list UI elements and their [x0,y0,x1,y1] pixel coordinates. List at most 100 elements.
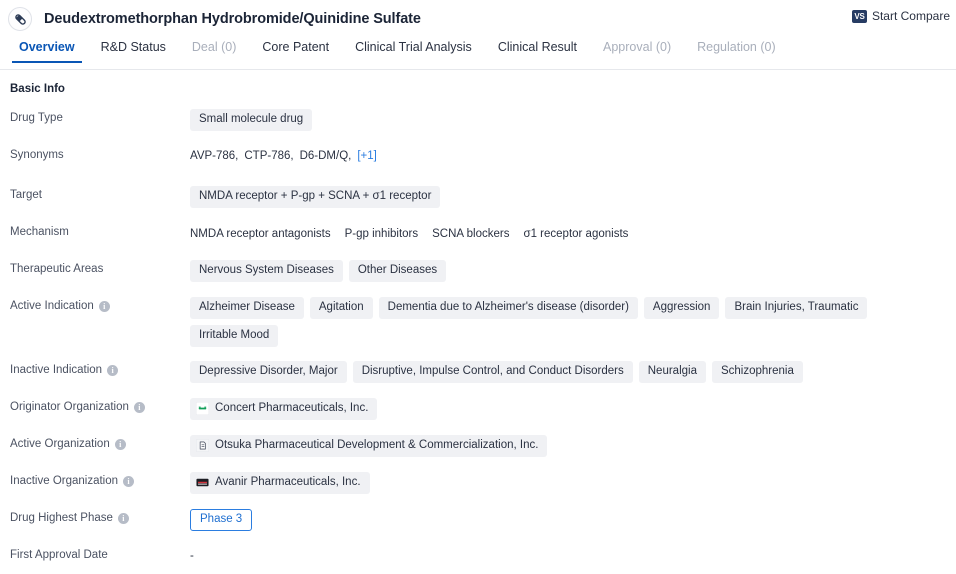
tab-approval[interactable]: Approval (0) [590,38,684,63]
field-label-text: Inactive Indication [10,364,103,376]
field-label-text: Therapeutic Areas [10,263,104,275]
field-target: Target NMDA receptor + P-gp + SCNA + σ1 … [10,185,956,209]
start-compare-button[interactable]: VS Start Compare [851,9,950,23]
field-label: Originator Organization i [10,397,190,414]
page-header: Deudextromethorphan Hydrobromide/Quinidi… [0,0,956,38]
field-value: Avanir Pharmaceuticals, Inc. [190,471,370,494]
chip[interactable]: Small molecule drug [190,109,313,131]
field-label-text: Drug Type [10,112,63,124]
field-value: NMDA receptor antagonists P-gp inhibitor… [190,222,628,242]
field-value: - [190,545,194,562]
tab-overview[interactable]: Overview [6,38,88,63]
field-active-indication: Active Indication i Alzheimer Disease Ag… [10,296,956,347]
tab-core-patent[interactable]: Core Patent [249,38,342,63]
field-drug-type: Drug Type Small molecule drug [10,108,956,132]
field-label: Drug Type [10,108,190,125]
organization-chip[interactable]: Concert Pharmaceuticals, Inc. [190,398,378,420]
synonym-item: AVP-786, [190,150,239,162]
field-label: Mechanism [10,222,190,239]
synonym-item: D6-DM/Q, [299,150,352,162]
chip[interactable]: Depressive Disorder, Major [190,361,347,383]
basic-info-list: Drug Type Small molecule drug Synonyms A… [0,108,956,569]
chip[interactable]: Nervous System Diseases [190,260,343,282]
field-label: Active Organization i [10,434,190,451]
tab-clinical-result[interactable]: Clinical Result [485,38,590,63]
field-label: Therapeutic Areas [10,259,190,276]
chip[interactable]: Schizophrenia [711,361,803,383]
section-title-basic-info: Basic Info [10,83,65,95]
field-label-text: Target [10,189,42,201]
tab-bar: Overview R&D Status Deal (0) Core Patent… [0,38,956,70]
field-originator-organization: Originator Organization i Concert Pharma… [10,397,956,421]
chip[interactable]: Alzheimer Disease [190,297,304,319]
chip[interactable]: Dementia due to Alzheimer's disease (dis… [378,297,638,319]
field-drug-highest-phase: Drug Highest Phase i Phase 3 [10,508,956,532]
field-label: Synonyms [10,145,190,162]
field-label-text: Originator Organization [10,401,129,413]
mechanism-item: σ1 receptor agonists [523,228,629,240]
mechanism-item: P-gp inhibitors [344,228,419,240]
field-first-approval-date: First Approval Date - [10,545,956,569]
field-label-text: Synonyms [10,149,64,161]
concert-logo-icon [196,402,209,415]
field-label: Active Indication i [10,296,190,313]
chip[interactable]: Other Diseases [348,260,447,282]
chip[interactable]: Neuralgia [638,361,706,383]
info-icon[interactable]: i [98,300,110,312]
start-compare-label: Start Compare [871,9,950,23]
info-icon[interactable]: i [133,401,145,413]
field-value: Otsuka Pharmaceutical Development & Comm… [190,434,548,457]
field-value: Concert Pharmaceuticals, Inc. [190,397,378,420]
chip[interactable]: Agitation [309,297,373,319]
field-value: Alzheimer Disease Agitation Dementia due… [190,296,956,347]
chip[interactable]: Brain Injuries, Traumatic [725,297,868,319]
synonyms-more-link[interactable]: [+1] [357,150,377,162]
organization-chip[interactable]: Avanir Pharmaceuticals, Inc. [190,472,370,494]
synonym-list: AVP-786, CTP-786, D6-DM/Q, [+1] [190,146,377,162]
mechanism-item: SCNA blockers [432,228,510,240]
tab-rd-status[interactable]: R&D Status [88,38,179,63]
organization-name: Otsuka Pharmaceutical Development & Comm… [215,439,539,451]
field-label-text: First Approval Date [10,549,108,561]
first-approval-date-value: - [190,550,194,562]
chip[interactable]: Disruptive, Impulse Control, and Conduct… [352,361,633,383]
tab-clinical-trial-analysis[interactable]: Clinical Trial Analysis [342,38,485,63]
field-therapeutic-areas: Therapeutic Areas Nervous System Disease… [10,259,956,283]
chip[interactable]: NMDA receptor + P-gp + SCNA + σ1 recepto… [190,186,441,208]
field-label-text: Active Organization [10,438,110,450]
otsuka-logo-icon [196,439,209,452]
organization-name: Concert Pharmaceuticals, Inc. [215,402,369,414]
info-icon[interactable]: i [123,475,135,487]
info-icon[interactable]: i [117,512,129,524]
field-value: NMDA receptor + P-gp + SCNA + σ1 recepto… [190,185,441,208]
field-value: Nervous System Diseases Other Diseases [190,259,447,282]
synonym-item: CTP-786, [244,150,294,162]
field-label: Drug Highest Phase i [10,508,190,525]
tab-regulation[interactable]: Regulation (0) [684,38,789,63]
organization-chip[interactable]: Otsuka Pharmaceutical Development & Comm… [190,435,548,457]
page-title: Deudextromethorphan Hydrobromide/Quinidi… [44,11,421,27]
tab-deal[interactable]: Deal (0) [179,38,249,63]
phase-badge[interactable]: Phase 3 [190,509,253,531]
avanir-logo-icon [196,478,209,487]
field-label-text: Mechanism [10,226,69,238]
chip[interactable]: Irritable Mood [190,325,279,347]
field-inactive-indication: Inactive Indication i Depressive Disorde… [10,360,956,384]
chip[interactable]: Aggression [643,297,720,319]
info-icon[interactable]: i [107,364,119,376]
field-label: Inactive Indication i [10,360,190,377]
field-mechanism: Mechanism NMDA receptor antagonists P-gp… [10,222,956,246]
organization-name: Avanir Pharmaceuticals, Inc. [215,476,361,488]
field-value: AVP-786, CTP-786, D6-DM/Q, [+1] [190,145,377,162]
field-value: Small molecule drug [190,108,313,131]
field-inactive-organization: Inactive Organization i Avanir Pharmaceu… [10,471,956,495]
vs-icon: VS [851,9,867,23]
info-icon[interactable]: i [114,438,126,450]
field-label-text: Inactive Organization [10,475,119,487]
field-label-text: Active Indication [10,300,94,312]
field-label: Target [10,185,190,202]
field-value: Phase 3 [190,508,253,531]
field-synonyms: Synonyms AVP-786, CTP-786, D6-DM/Q, [+1] [10,145,956,169]
mechanism-list: NMDA receptor antagonists P-gp inhibitor… [190,223,628,242]
field-value: Depressive Disorder, Major Disruptive, I… [190,360,803,383]
